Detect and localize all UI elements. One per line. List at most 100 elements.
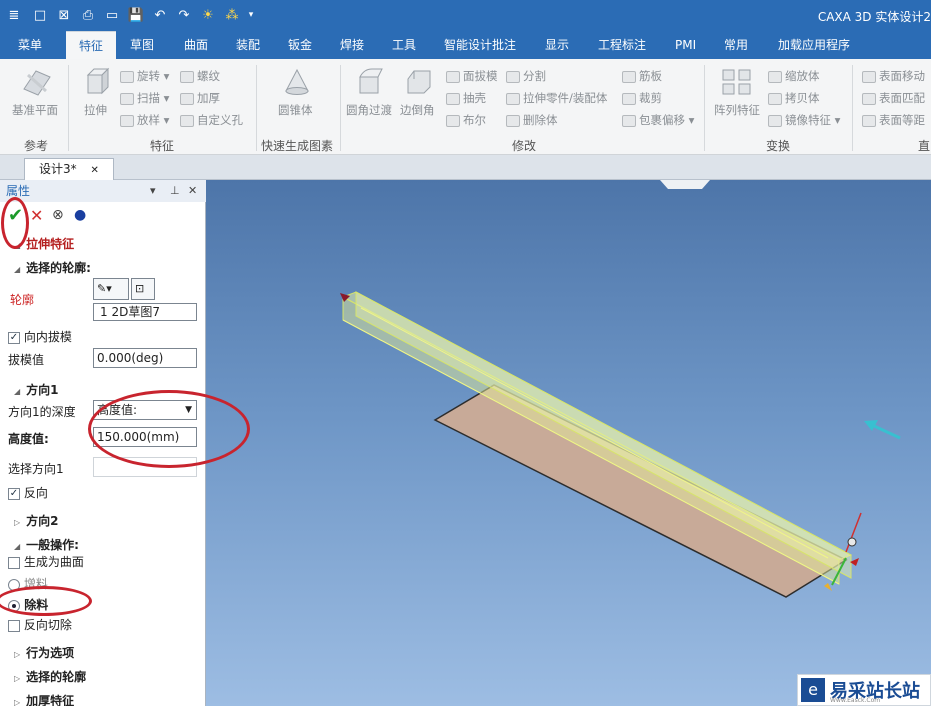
profile-pick-button[interactable]: ✎▾ bbox=[93, 278, 129, 300]
sweep-button[interactable]: 扫描 ▾ bbox=[120, 90, 169, 106]
save-icon[interactable]: 💾 bbox=[128, 6, 144, 24]
panel-close-icon[interactable]: ✕ bbox=[188, 180, 197, 202]
mirror-feature-button[interactable]: 镜像特征 ▾ bbox=[768, 112, 840, 128]
menu-pmi[interactable]: PMI bbox=[671, 31, 700, 59]
undo-icon[interactable]: ↶ bbox=[152, 6, 168, 24]
section-general[interactable]: ◢ 一般操作: bbox=[14, 536, 79, 553]
close-tab-icon[interactable]: ✕ bbox=[90, 165, 98, 176]
menu-display[interactable]: 显示 bbox=[541, 31, 573, 59]
preview-icon[interactable]: ⊗ bbox=[52, 207, 64, 223]
close-file-icon[interactable]: ⊠ bbox=[56, 6, 72, 24]
face-offset-button[interactable]: 表面等距 bbox=[862, 112, 925, 128]
effects-icon[interactable]: ⁂ bbox=[224, 6, 240, 24]
menu-main[interactable]: 菜单 bbox=[14, 31, 46, 59]
revolve-button[interactable]: 旋转 ▾ bbox=[120, 68, 169, 84]
copy-body-button[interactable]: 拷贝体 bbox=[768, 90, 820, 106]
ribbon-group-reference: 参考 bbox=[24, 139, 49, 153]
stretch-part-icon bbox=[506, 92, 520, 105]
thicken-button[interactable]: 加厚 bbox=[180, 90, 220, 106]
menu-welding[interactable]: 焊接 bbox=[336, 31, 368, 59]
help-icon[interactable]: ● bbox=[74, 207, 86, 223]
fillet-button[interactable]: 圆角过渡 bbox=[346, 102, 392, 118]
annotation-ellipse-apply bbox=[1, 197, 29, 249]
thread-button[interactable]: 螺纹 bbox=[180, 68, 220, 84]
shell-button[interactable]: 抽壳 bbox=[446, 90, 486, 106]
app-menu-icon[interactable]: ≣ bbox=[6, 6, 22, 24]
profile-label: 轮廓 bbox=[10, 293, 35, 307]
trim-button[interactable]: 裁剪 bbox=[622, 90, 662, 106]
open-folder-icon[interactable]: ▭ bbox=[104, 6, 120, 24]
split-button[interactable]: 分割 bbox=[506, 68, 546, 84]
3d-viewport[interactable] bbox=[206, 180, 931, 706]
scale-body-button[interactable]: 缩放体 bbox=[768, 68, 820, 84]
menu-surface[interactable]: 曲面 bbox=[180, 31, 212, 59]
reverse-checkbox[interactable]: ✓ 反向 bbox=[8, 484, 48, 501]
profile-list-item[interactable]: 1 2D草图7 bbox=[93, 303, 197, 321]
custom-hole-button[interactable]: 自定义孔 bbox=[180, 112, 243, 128]
chamfer-button[interactable]: 边倒角 bbox=[400, 102, 435, 118]
menu-assembly[interactable]: 装配 bbox=[232, 31, 264, 59]
loft-button[interactable]: 放样 ▾ bbox=[120, 112, 169, 128]
stretch-part-button[interactable]: 拉伸零件/装配体 bbox=[506, 90, 607, 106]
wrap-offset-button[interactable]: 包裹偏移 ▾ bbox=[622, 112, 694, 128]
menu-bar: 菜单 特征 草图 曲面 装配 钣金 焊接 工具 智能设计批注 显示 工程标注 P… bbox=[0, 31, 931, 60]
cone-button[interactable]: 圆锥体 bbox=[278, 102, 313, 118]
section-behavior[interactable]: ▷ 行为选项 bbox=[14, 644, 74, 661]
rib-button[interactable]: 筋板 bbox=[622, 68, 662, 84]
ribbon-group-quick: 快速生成图素 bbox=[261, 139, 334, 153]
split-icon bbox=[506, 70, 520, 83]
profile-edit-button[interactable]: ⊡ bbox=[131, 278, 155, 300]
print-icon[interactable]: ⎙ bbox=[80, 6, 96, 24]
section-thicken[interactable]: ▷ 加厚特征 bbox=[14, 692, 74, 706]
sketch-plate[interactable] bbox=[433, 384, 848, 598]
section-direction2[interactable]: ▷ 方向2 bbox=[14, 512, 59, 529]
make-surface-checkbox[interactable]: 生成为曲面 bbox=[8, 553, 84, 570]
menu-sheetmetal[interactable]: 钣金 bbox=[284, 31, 316, 59]
extrude-icon[interactable] bbox=[80, 67, 114, 97]
reverse-cut-checkbox[interactable]: 反向切除 bbox=[8, 616, 72, 633]
draft-value-input[interactable]: 0.000(deg) bbox=[93, 348, 197, 368]
section-selected-profile[interactable]: ▷ 选择的轮廓 bbox=[14, 668, 86, 685]
draft-value-label: 拔模值 bbox=[8, 353, 45, 367]
sketch-edit-icon: ⊡ bbox=[135, 282, 145, 295]
menu-tools[interactable]: 工具 bbox=[388, 31, 420, 59]
redo-icon[interactable]: ↷ bbox=[176, 6, 192, 24]
pattern-icon[interactable] bbox=[720, 67, 754, 97]
menu-smart-annotation[interactable]: 智能设计批注 bbox=[440, 31, 520, 59]
cancel-icon[interactable]: ✕ bbox=[30, 206, 43, 225]
panel-menu-icon[interactable]: ▾ bbox=[150, 180, 156, 202]
extrusion-preview-face bbox=[355, 291, 852, 579]
face-draft-button[interactable]: 面拔模 bbox=[446, 68, 498, 84]
model-view[interactable] bbox=[206, 180, 931, 706]
menu-load-apps[interactable]: 加载应用程序 bbox=[774, 31, 854, 59]
menu-sketch[interactable]: 草图 bbox=[126, 31, 158, 59]
menu-common[interactable]: 常用 bbox=[720, 31, 752, 59]
cone-icon[interactable] bbox=[280, 67, 314, 97]
panel-pin-icon[interactable]: ⊥ bbox=[170, 180, 180, 202]
fillet-icon[interactable] bbox=[354, 67, 388, 97]
document-tab[interactable]: 设计3* ✕ bbox=[24, 158, 114, 180]
pattern-button[interactable]: 阵列特征 bbox=[714, 102, 760, 118]
face-match-button[interactable]: 表面匹配 bbox=[862, 90, 925, 106]
datum-plane-button[interactable]: 基准平面 bbox=[12, 102, 58, 118]
delete-body-button[interactable]: 删除体 bbox=[506, 112, 558, 128]
new-file-icon[interactable]: □ bbox=[32, 6, 48, 24]
section-direction1[interactable]: ◢ 方向1 bbox=[14, 381, 59, 398]
watermark-logo-icon: e bbox=[801, 678, 825, 702]
face-move-button[interactable]: 表面移动 bbox=[862, 68, 925, 84]
datum-plane-icon[interactable] bbox=[20, 67, 54, 97]
menu-feature[interactable]: 特征 bbox=[66, 31, 116, 60]
height-handle-icon[interactable] bbox=[847, 537, 857, 547]
ribbon-separator bbox=[852, 65, 853, 151]
section-profile[interactable]: ◢ 选择的轮廓: bbox=[14, 259, 91, 276]
chamfer-icon[interactable] bbox=[402, 67, 436, 97]
boolean-button[interactable]: 布尔 bbox=[446, 112, 486, 128]
render-icon[interactable]: ☀ bbox=[200, 6, 216, 24]
customize-dropdown-icon[interactable]: ▾ bbox=[246, 6, 256, 24]
watermark-subtext: Www.Easck.Com bbox=[830, 697, 881, 704]
extrude-button[interactable]: 拉伸 bbox=[84, 102, 107, 118]
view-arrow[interactable] bbox=[871, 423, 901, 440]
menu-engineering-annotation[interactable]: 工程标注 bbox=[594, 31, 650, 59]
loft-icon bbox=[120, 114, 134, 127]
draft-in-checkbox[interactable]: ✓ 向内拔模 bbox=[8, 328, 72, 345]
